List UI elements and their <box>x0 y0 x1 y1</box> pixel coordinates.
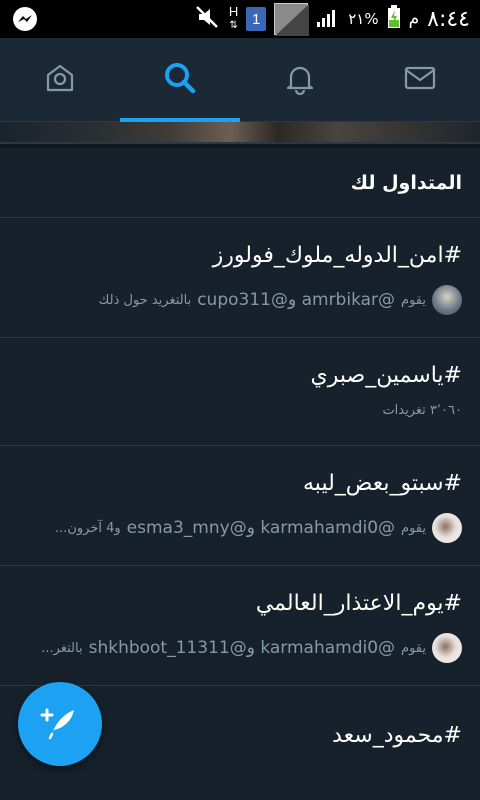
meta-suffix: و4 آخرون... <box>54 520 121 536</box>
signal-icon <box>316 6 340 32</box>
compose-tweet-icon <box>38 700 82 748</box>
compose-tweet-button[interactable] <box>18 682 102 766</box>
messenger-icon <box>12 6 38 32</box>
section-title: المتداول لك <box>350 171 462 194</box>
notification-thumbnail <box>274 3 310 36</box>
meta-prefix: يقوم <box>401 640 426 656</box>
data-type-label: H <box>228 4 239 19</box>
mute-icon <box>195 5 221 33</box>
meta-suffix: بالتغر... <box>41 640 83 656</box>
trend-item[interactable]: #سبتو_بعض_ليبه يقوم @karmahamdi0 و@esma3… <box>0 447 480 566</box>
tab-home[interactable] <box>0 38 120 122</box>
avatar <box>432 633 462 663</box>
mail-icon <box>403 61 437 99</box>
banner-image[interactable] <box>0 122 480 144</box>
meta-prefix: يقوم <box>401 292 426 308</box>
trend-meta: يقوم @karmahamdi0 و@esma3_mny و4 آخرون..… <box>55 513 462 543</box>
top-tab-bar <box>0 38 480 122</box>
meta-suffix: بالتغريد حول ذلك <box>98 292 192 308</box>
trend-hashtag: #ياسمين_صبري <box>310 363 462 388</box>
tab-notifications[interactable] <box>240 38 360 122</box>
battery-charging-icon <box>387 5 401 33</box>
meta-users: @karmahamdi0 و@esma3_mny <box>126 518 396 538</box>
trend-item[interactable]: #ياسمين_صبري ٣٬٠٦٠ تغريدات <box>0 339 480 446</box>
trends-section-header: المتداول لك <box>0 148 480 218</box>
trend-hashtag: #سبتو_بعض_ليبه <box>303 471 462 496</box>
data-h-icon: H ⇅ <box>228 4 239 31</box>
tweet-count: ٣٬٠٦٠ تغريدات <box>382 403 462 418</box>
meta-users: @karmahamdi0 و@shkhboot_11311 <box>88 638 396 658</box>
meta-prefix: يقوم <box>401 520 426 536</box>
avatar <box>432 285 462 315</box>
sim-1-icon: 1 <box>246 7 267 31</box>
meta-users: @amrbikar و@cupo311 <box>197 290 396 310</box>
clock: ٨:٤٤ <box>427 6 470 32</box>
trend-hashtag: #امن_الدوله_ملوك_فولورز <box>212 243 462 268</box>
trend-meta: يقوم @amrbikar و@cupo311 بالتغريد حول ذل… <box>99 285 462 315</box>
tab-search[interactable] <box>120 38 240 122</box>
search-icon <box>163 61 197 99</box>
bell-icon <box>283 61 317 99</box>
trend-hashtag: #يوم_الاعتذار_العالمي <box>255 591 462 616</box>
time-ampm: م <box>408 9 420 29</box>
trend-item[interactable]: #يوم_الاعتذار_العالمي يقوم @karmahamdi0 … <box>0 567 480 686</box>
avatar <box>432 513 462 543</box>
trend-hashtag: #محمود_سعد <box>332 723 462 748</box>
status-bar: H ⇅ 1 ٢١% م ٨:٤٤ <box>0 0 480 38</box>
status-icons: H ⇅ 1 ٢١% م ٨:٤٤ <box>195 0 470 38</box>
tab-messages[interactable] <box>360 38 480 122</box>
trend-meta: يقوم @karmahamdi0 و@shkhboot_11311 بالتغ… <box>41 633 462 663</box>
home-icon <box>43 61 77 99</box>
battery-percent: ٢١% <box>348 10 379 28</box>
trend-item[interactable]: #امن_الدوله_ملوك_فولورز يقوم @amrbikar و… <box>0 219 480 338</box>
